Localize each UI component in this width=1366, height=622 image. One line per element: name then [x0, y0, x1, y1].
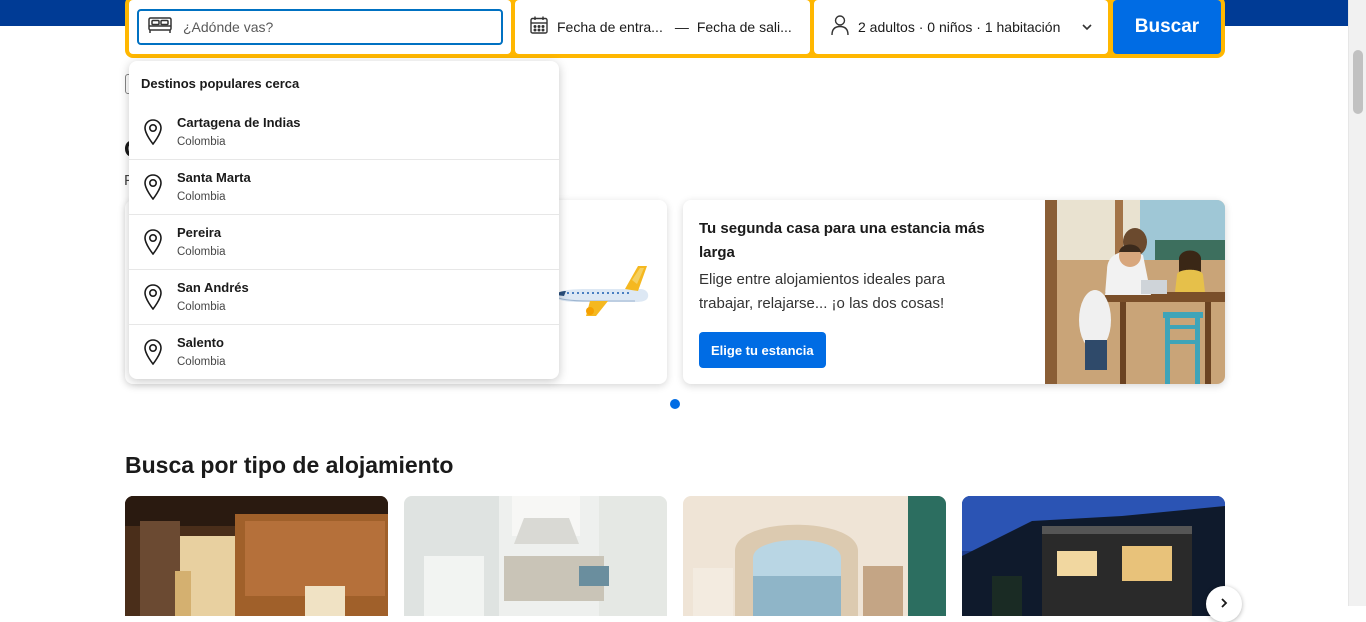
property-type-hotels[interactable] — [125, 496, 388, 616]
section-title: Busca por tipo de alojamiento — [125, 452, 454, 478]
destination-input-box[interactable] — [137, 9, 503, 45]
destination-suggestions-dropdown: Destinos populares cerca Cartagena de In… — [129, 61, 559, 379]
location-pin-icon — [143, 119, 163, 150]
suggestion-item[interactable]: Pereira Colombia — [129, 215, 559, 270]
suggestions-title: Destinos populares cerca — [141, 76, 300, 91]
suggestion-name: San Andrés — [177, 280, 249, 295]
suggestion-name: Santa Marta — [177, 170, 251, 185]
suggestion-item[interactable]: Santa Marta Colombia — [129, 160, 559, 215]
airplane-illustration — [554, 266, 649, 316]
search-bar: Fecha de entra... — Fecha de sali... 2 a… — [125, 0, 1225, 58]
location-pin-icon — [143, 339, 163, 370]
suggestion-item[interactable]: Salento Colombia — [129, 325, 559, 379]
scrollbar-thumb[interactable] — [1353, 50, 1363, 114]
suggestion-name: Salento — [177, 335, 224, 350]
calendar-icon — [529, 15, 549, 40]
promo-card-description: Elige entre alojamientos ideales para tr… — [699, 271, 945, 312]
search-button[interactable]: Buscar — [1113, 0, 1221, 54]
suggestion-name: Pereira — [177, 225, 222, 240]
carousel-dot-active[interactable] — [670, 399, 680, 409]
suggestion-item[interactable]: San Andrés Colombia — [129, 270, 559, 325]
checkin-date[interactable]: Fecha de entra... — [557, 19, 663, 35]
chevron-right-icon — [1218, 597, 1230, 612]
suggestion-item[interactable]: Cartagena de Indias Colombia — [129, 105, 559, 160]
guests-summary: 2 adultos · 0 niños · 1 habitación — [858, 19, 1061, 35]
date-separator: — — [674, 19, 689, 35]
person-icon — [830, 14, 850, 41]
suggestions-list: Cartagena de Indias Colombia Santa Marta… — [129, 105, 559, 379]
bed-icon — [147, 15, 173, 40]
property-type-apartments[interactable] — [404, 496, 667, 616]
location-pin-icon — [143, 174, 163, 205]
choose-stay-button[interactable]: Elige tu estancia — [699, 332, 826, 368]
resort-photo — [683, 496, 946, 616]
hotel-photo — [125, 496, 388, 616]
location-pin-icon — [143, 284, 163, 315]
page-scrollbar[interactable] — [1348, 0, 1366, 606]
chevron-down-icon[interactable] — [1080, 20, 1094, 39]
property-type-resorts[interactable] — [683, 496, 946, 616]
guests-field[interactable]: 2 adultos · 0 niños · 1 habitación — [814, 0, 1108, 54]
apartment-photo — [404, 496, 667, 616]
long-stay-promo-card: Tu segunda casa para una estancia más la… — [683, 200, 1225, 384]
carousel-next-button[interactable] — [1206, 586, 1242, 622]
destination-input[interactable] — [183, 19, 483, 35]
suggestion-country: Colombia — [177, 246, 226, 258]
suggestion-country: Colombia — [177, 356, 226, 368]
date-field[interactable]: Fecha de entra... — Fecha de sali... — [515, 0, 810, 54]
villa-photo — [962, 496, 1225, 616]
suggestion-name: Cartagena de Indias — [177, 115, 301, 130]
property-type-villas[interactable] — [962, 496, 1225, 616]
coworking-photo — [1045, 200, 1225, 384]
promo-card-title: Tu segunda casa para una estancia más la… — [699, 220, 985, 261]
checkout-date[interactable]: Fecha de sali... — [697, 19, 792, 35]
suggestion-country: Colombia — [177, 191, 226, 203]
location-pin-icon — [143, 229, 163, 260]
destination-field[interactable] — [129, 0, 511, 54]
suggestion-country: Colombia — [177, 301, 226, 313]
suggestion-country: Colombia — [177, 136, 226, 148]
